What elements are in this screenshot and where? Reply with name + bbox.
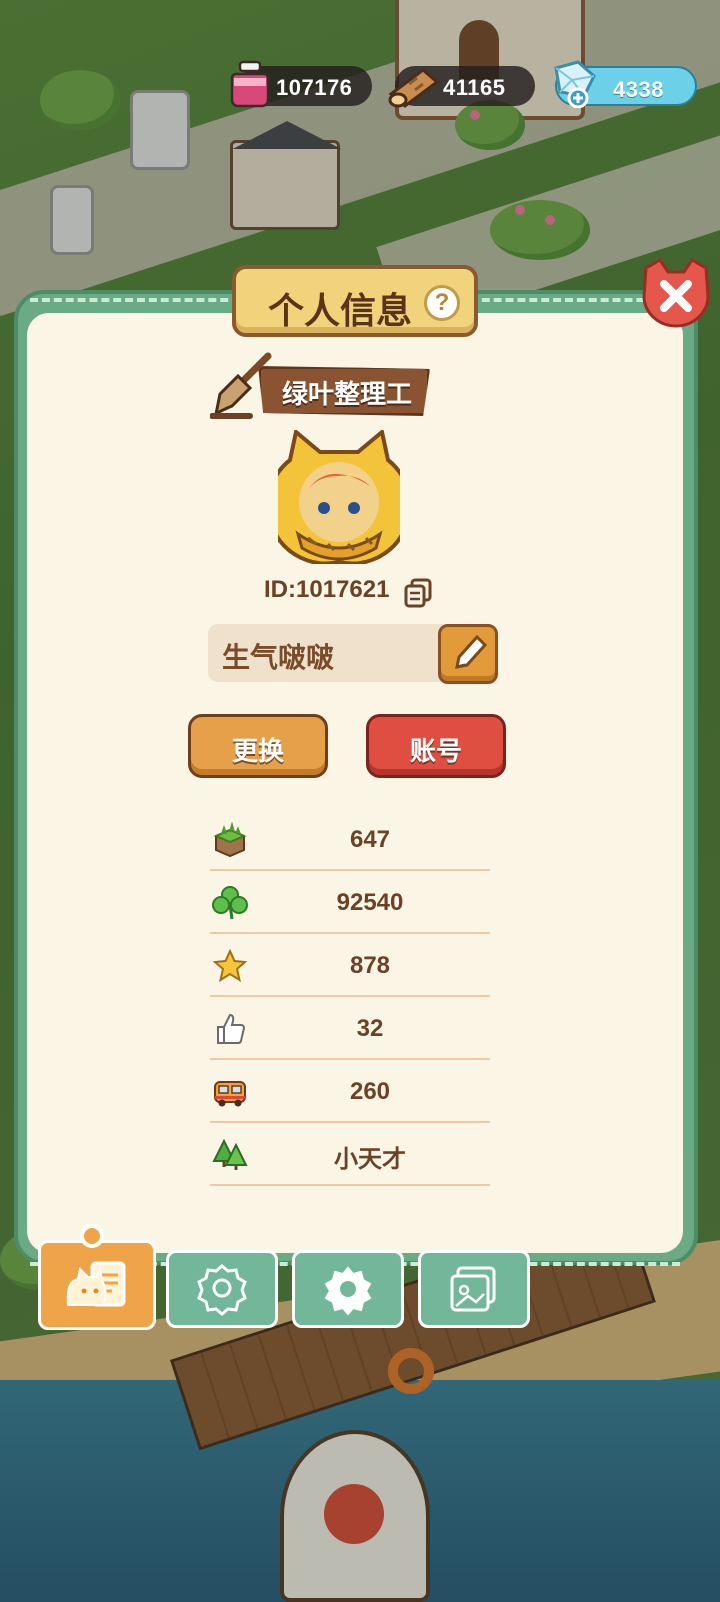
pencil-icon xyxy=(455,634,488,669)
cat-profile-icon xyxy=(66,1261,126,1307)
tab-profile[interactable] xyxy=(38,1240,156,1330)
panel-title-plate: 个人信息 ? xyxy=(232,265,478,337)
ink-bottle-icon xyxy=(230,60,270,108)
player-avatar[interactable] xyxy=(278,430,400,564)
gem-value: 4338 xyxy=(613,77,664,102)
photo-album-icon xyxy=(450,1266,496,1312)
change-avatar-button[interactable]: 更换 xyxy=(188,714,328,778)
stat-row-title: 小天才 xyxy=(210,1123,490,1186)
account-button[interactable]: 账号 xyxy=(366,714,506,778)
player-id-row: ID:1017621 xyxy=(264,576,432,616)
stat-value: 647 xyxy=(349,826,391,853)
tab-hanger-ring xyxy=(80,1224,104,1248)
thumbs-up-icon xyxy=(217,1013,246,1044)
gear-settings-icon xyxy=(324,1266,372,1316)
stat-value: 260 xyxy=(349,1078,391,1105)
shovel-icon xyxy=(210,352,272,419)
grass-block-icon xyxy=(213,822,247,858)
tab-album[interactable] xyxy=(418,1250,530,1328)
stat-row-likes: 32 xyxy=(210,997,490,1060)
clover-icon xyxy=(212,886,248,920)
tab-achievements[interactable] xyxy=(166,1250,278,1328)
help-icon[interactable]: ? xyxy=(424,285,460,321)
trees-icon xyxy=(212,1138,248,1170)
rank-badge: 绿叶整理工 xyxy=(210,350,450,430)
bus-icon xyxy=(214,1081,246,1107)
close-button[interactable] xyxy=(638,256,714,332)
player-name: 生气啵啵 xyxy=(222,641,335,674)
wood-log-icon xyxy=(388,68,440,108)
stat-row-bus: 260 xyxy=(210,1060,490,1123)
tab-settings[interactable] xyxy=(292,1250,404,1328)
player-id: ID:1017621 xyxy=(264,576,390,603)
diamond-gem-icon xyxy=(554,60,596,108)
account-button-label: 账号 xyxy=(409,737,462,767)
edit-name-button[interactable] xyxy=(438,624,498,684)
change-button-label: 更换 xyxy=(231,737,284,767)
copy-icon[interactable] xyxy=(404,578,432,608)
stat-value: 878 xyxy=(349,952,391,979)
panel-title: 个人信息 xyxy=(268,291,413,332)
stat-value: 92540 xyxy=(336,889,404,916)
stats-list: 647 92540 878 32 260 小天才 xyxy=(210,808,490,1186)
stat-value: 32 xyxy=(356,1015,384,1042)
stat-row-star: 878 xyxy=(210,934,490,997)
stat-row-grass: 647 xyxy=(210,808,490,871)
badge-medal-icon xyxy=(197,1264,247,1316)
star-icon xyxy=(212,948,248,983)
stat-row-clover: 92540 xyxy=(210,871,490,934)
wood-value: 41165 xyxy=(443,75,506,100)
stat-value: 小天才 xyxy=(334,1145,406,1173)
rank-title: 绿叶整理工 xyxy=(282,380,413,410)
ink-value: 107176 xyxy=(276,75,353,100)
